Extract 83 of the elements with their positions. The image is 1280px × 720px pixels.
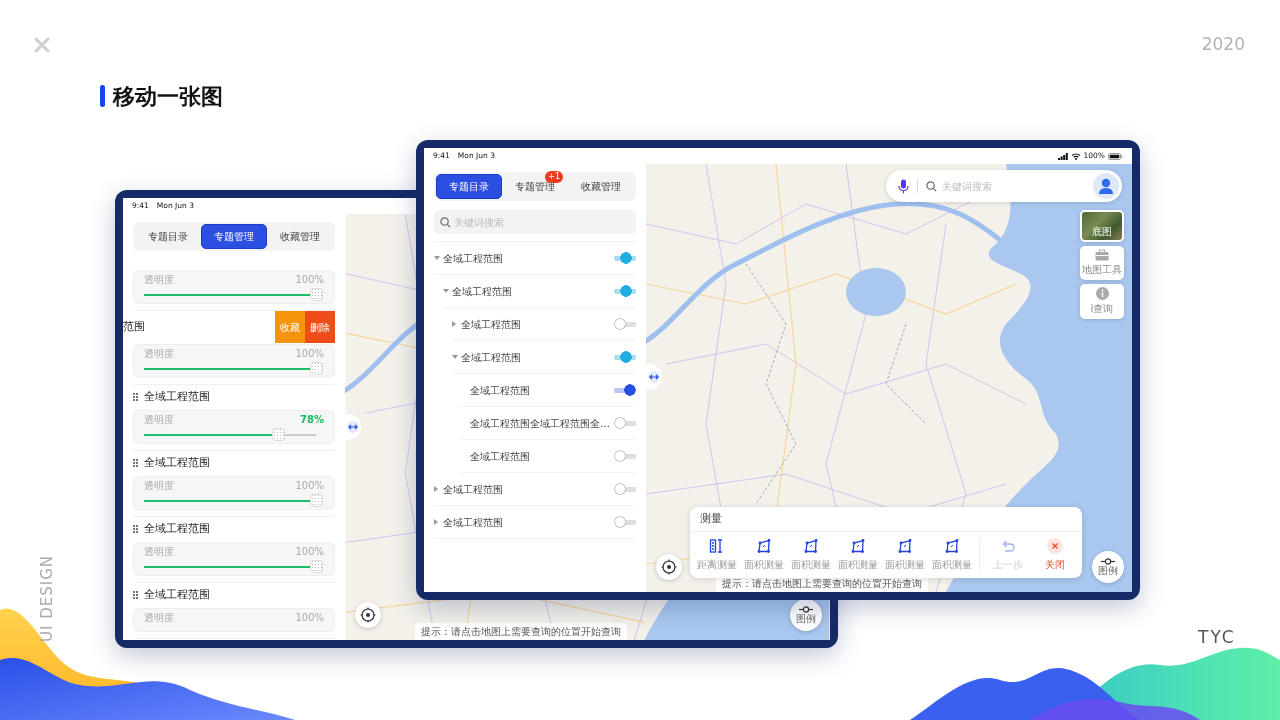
legend-icon (799, 606, 813, 613)
tree-item-label[interactable]: 全域工程范围 (470, 448, 530, 464)
opacity-value: 100% (295, 546, 324, 558)
drag-handle-icon[interactable] (133, 591, 138, 599)
polygon-icon[interactable] (896, 538, 913, 554)
caret-icon[interactable] (452, 321, 456, 327)
drag-handle-icon[interactable] (133, 393, 138, 401)
basemap-button[interactable]: 底图 (1080, 210, 1124, 242)
close-button[interactable]: 关闭 (1031, 538, 1078, 572)
opacity-value: 100% (295, 348, 324, 360)
search-icon (440, 216, 451, 228)
opacity-label: 透明度 (144, 348, 174, 360)
polygon-icon[interactable] (850, 538, 867, 554)
year-label: 2020 (1201, 33, 1245, 56)
caret-icon[interactable] (434, 486, 438, 492)
slider-thumb[interactable] (272, 428, 286, 441)
layer-title[interactable]: 全域工程范围 (144, 587, 210, 603)
title-accent-bar (100, 85, 105, 107)
close-icon[interactable] (34, 36, 50, 53)
layer-title[interactable]: 全域工程范围 (144, 521, 210, 537)
polygon-icon[interactable] (943, 538, 960, 554)
opacity-value: 100% (295, 612, 324, 624)
polygon-icon[interactable] (756, 538, 773, 554)
tree-item-label[interactable]: 全域工程范围 (443, 250, 503, 266)
map-tools-button[interactable]: 地图工具 (1080, 246, 1124, 280)
crosshair-icon (661, 559, 677, 575)
page-title: 移动一张图 (113, 82, 223, 111)
slider-thumb[interactable] (310, 362, 323, 375)
query-button[interactable]: i查询 (1080, 284, 1124, 319)
layer-title[interactable]: 全域工程范围 (144, 455, 210, 471)
microphone-icon[interactable] (898, 178, 909, 194)
caret-icon[interactable] (434, 256, 440, 260)
tree-item-label[interactable]: 全域工程范围 (443, 514, 503, 530)
battery-icon (1108, 152, 1123, 160)
count-badge: +1 (545, 171, 563, 183)
tree-item-label[interactable]: 全域工程范围 (452, 283, 512, 299)
caret-icon[interactable] (434, 519, 438, 525)
brand-label: TYC (1198, 626, 1236, 649)
opacity-value: 78% (300, 414, 324, 426)
avatar-icon[interactable] (1093, 173, 1119, 199)
tab[interactable]: 收藏管理 (267, 224, 333, 249)
toolbox-icon (1095, 249, 1109, 261)
tree-item-label[interactable]: 全域工程范围 (470, 382, 530, 398)
polygon-icon[interactable] (803, 538, 820, 554)
search-field[interactable]: 关键词搜索 (942, 178, 1088, 194)
opacity-value: 100% (295, 480, 324, 492)
slider-thumb[interactable] (310, 288, 323, 301)
opacity-label: 透明度 (144, 274, 174, 286)
slider-thumb[interactable] (310, 560, 323, 573)
tree-item-label[interactable]: 全域工程范围 (461, 349, 521, 365)
opacity-label: 透明度 (144, 480, 174, 492)
info-icon (1095, 287, 1109, 300)
caret-icon[interactable] (443, 289, 449, 293)
tab[interactable]: 专题目录 (436, 174, 502, 199)
tree-item-label[interactable]: 全域工程范围 (461, 316, 521, 332)
slider-thumb[interactable] (310, 494, 323, 507)
opacity-label: 透明度 (144, 612, 174, 624)
delete-button[interactable]: 删除 (305, 311, 335, 343)
hint-text: 提示：请点击地图上需要查询的位置开始查询 (415, 623, 627, 640)
search-bar[interactable]: 关键词搜索 (886, 170, 1122, 202)
close-icon[interactable] (1046, 538, 1063, 554)
opacity-label: 透明度 (144, 414, 174, 426)
drag-handle-icon[interactable] (133, 459, 138, 467)
legend-icon (1101, 558, 1115, 565)
layer-title[interactable]: 范围 (123, 319, 145, 335)
tab[interactable]: 专题管理 (201, 224, 267, 249)
drag-handle-icon[interactable] (133, 525, 138, 533)
tab[interactable]: 收藏管理 (568, 174, 634, 199)
signal-icon (1057, 152, 1068, 160)
tree-item-label[interactable]: 全域工程范围 (443, 481, 503, 497)
layer-title[interactable]: 全域工程范围 (144, 389, 210, 405)
side-label: UI DESIGN (37, 555, 57, 642)
opacity-value: 100% (295, 274, 324, 286)
crosshair-icon (360, 607, 376, 623)
double-arrow-icon (648, 371, 660, 383)
tab[interactable]: 专题目录 (135, 224, 201, 249)
caret-icon[interactable] (452, 355, 458, 359)
wifi-icon (1070, 152, 1081, 160)
double-arrow-icon (347, 421, 359, 433)
panel-title: 测量 (690, 506, 1082, 532)
tree-item-label[interactable]: 全域工程范围全域工程范围全… (470, 415, 610, 431)
opacity-label: 透明度 (144, 546, 174, 558)
search-icon (926, 180, 937, 192)
